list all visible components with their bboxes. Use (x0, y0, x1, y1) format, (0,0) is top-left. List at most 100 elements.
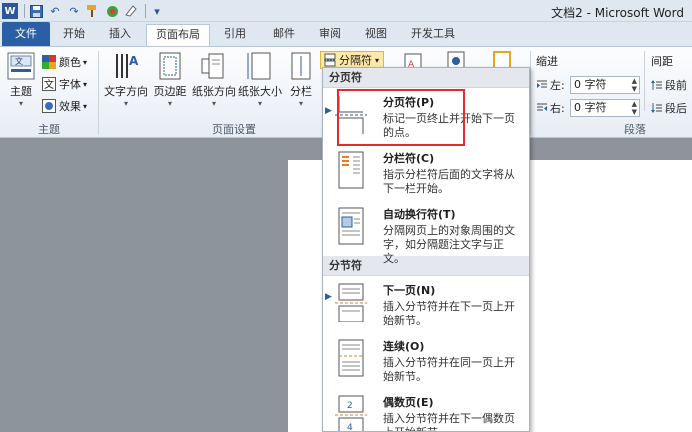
indent-title: 缩进 (536, 55, 558, 68)
tab-references[interactable]: 引用 (214, 24, 256, 46)
svg-text:2: 2 (347, 401, 353, 411)
chevron-down-icon: ▾ (211, 99, 216, 108)
tab-file[interactable]: 文件 (2, 22, 50, 46)
indent-left-icon (537, 80, 547, 88)
menu-item-title: 下一页(N) (383, 284, 436, 297)
margins-label: 页边距 (153, 85, 187, 98)
spacing-title: 间距 (651, 55, 673, 68)
text-wrapping-break-icon (338, 207, 364, 245)
chevron-down-icon: ▾ (83, 101, 88, 111)
redo-icon[interactable]: ↷ (66, 3, 82, 19)
hover-pointer-icon: ▶ (325, 106, 332, 116)
theme-effects-button[interactable]: 效果 ▾ (42, 97, 87, 115)
clear-format-icon[interactable] (123, 3, 139, 19)
menu-item-title: 自动换行符(T) (383, 208, 456, 221)
menu-item-title: 分栏符(C) (383, 152, 435, 165)
bullet-pointer-icon: ▶ (325, 292, 332, 302)
annotation-highlight-box (337, 89, 465, 146)
tab-review[interactable]: 审阅 (308, 24, 352, 46)
customize-toolbar-icon[interactable]: ▾ (149, 3, 165, 19)
columns-button[interactable]: 分栏 ▾ (286, 51, 316, 109)
chevron-down-icon: ▾ (83, 79, 88, 89)
even-page-icon: 24 (335, 395, 367, 432)
theme-fonts-button[interactable]: 文 字体 ▾ (42, 75, 87, 93)
menu-item-title: 连续(O) (383, 340, 425, 353)
continuous-icon (338, 339, 364, 377)
margins-button[interactable]: 页边距 ▾ (150, 51, 190, 109)
theme-colors-button[interactable]: 颜色 ▾ (42, 53, 87, 71)
tab-home[interactable]: 开始 (52, 24, 96, 46)
format-painter-icon[interactable] (85, 3, 101, 19)
spacing-before-label: 段前 (651, 77, 687, 93)
indent-right-input[interactable]: 0 字符 ▲ ▼ (570, 99, 640, 117)
themes-button[interactable]: 文 主题 ▾ (4, 51, 38, 109)
menu-item-description: 插入分节符并在下一页上开始新节。 (383, 300, 515, 327)
theme-effects-label: 效果 (59, 100, 81, 113)
themes-icon: 文 (7, 52, 35, 80)
indent-left-value: 0 字符 (574, 78, 607, 91)
indent-right-value: 0 字符 (574, 101, 607, 114)
save-icon[interactable] (28, 3, 44, 19)
spacing-after-label: 段后 (651, 100, 687, 116)
spacing-before-icon (651, 80, 662, 90)
menu-item-column-break[interactable]: 分栏符(C) 指示分栏符后面的文字将从下一栏开始。 (323, 144, 529, 200)
menu-item-next-page[interactable]: ▶ 下一页(N) 插入分节符并在下一页上开始新节。 (323, 276, 529, 332)
chevron-down-icon: ▾ (298, 99, 303, 108)
menu-item-continuous[interactable]: 连续(O) 插入分节符并在同一页上开始新节。 (323, 332, 529, 388)
orientation-button[interactable]: 纸张方向 ▾ (192, 51, 236, 109)
tab-page-layout[interactable]: 页面布局 (146, 24, 210, 47)
color-icon[interactable] (104, 3, 120, 19)
columns-icon (291, 52, 311, 80)
columns-label: 分栏 (290, 85, 312, 98)
ribbon-tabs: 文件 开始 插入 页面布局 引用 邮件 审阅 视图 开发工具 (0, 22, 692, 47)
menu-item-text-wrapping-break[interactable]: 自动换行符(T) 分隔网页上的对象周围的文字，如分隔题注文字与正文。 (323, 200, 529, 265)
page-size-button[interactable]: 纸张大小 ▾ (238, 51, 282, 109)
theme-colors-label: 颜色 (59, 56, 81, 69)
divider (24, 4, 25, 18)
page-size-label: 纸张大小 (238, 85, 282, 98)
next-page-icon (335, 283, 367, 322)
spacing-after-icon (651, 103, 662, 113)
chevron-down-icon: ▾ (375, 55, 380, 65)
undo-icon[interactable]: ↶ (47, 3, 63, 19)
menu-item-description: 插入分节符并在同一页上开始新节。 (383, 356, 515, 383)
svg-text:文: 文 (15, 56, 23, 66)
svg-text:A: A (129, 54, 139, 68)
indent-right-label: 右: (536, 100, 565, 116)
menu-item-even-page[interactable]: 24 偶数页(E) 插入分节符并在下一偶数页上开始新节。 (323, 388, 529, 432)
quick-access-toolbar: W ↶ ↷ ▾ (2, 2, 168, 20)
text-direction-label: 文字方向 (104, 85, 148, 98)
breaks-icon (324, 53, 336, 67)
chevron-down-icon: ▾ (167, 99, 172, 108)
group-label-themes: 主题 (38, 123, 60, 136)
word-app-icon[interactable]: W (2, 3, 18, 19)
menu-item-description: 分隔网页上的对象周围的文字，如分隔题注文字与正文。 (383, 224, 515, 265)
indent-left-input[interactable]: 0 字符 ▲ ▼ (570, 76, 640, 94)
group-divider (644, 51, 645, 111)
svg-text:4: 4 (347, 423, 353, 432)
chevron-down-icon: ▾ (83, 57, 88, 67)
group-divider (98, 51, 99, 135)
chevron-down-icon: ▾ (257, 99, 262, 108)
window-title: 文档2 - Microsoft Word (551, 6, 684, 20)
spinner-arrows-icon[interactable]: ▲ ▼ (632, 77, 637, 93)
margins-icon (159, 52, 181, 80)
site-watermark-url: zhinan.sogou.com (538, 376, 662, 387)
tab-view[interactable]: 视图 (354, 24, 398, 46)
orientation-label: 纸张方向 (192, 85, 236, 98)
indent-right-icon (537, 103, 547, 111)
text-direction-icon: A (116, 54, 139, 78)
tab-insert[interactable]: 插入 (98, 24, 142, 46)
divider (145, 4, 146, 18)
spinner-arrows-icon[interactable]: ▲ ▼ (632, 100, 637, 116)
site-watermark: 搜狗指南 (559, 345, 680, 378)
tab-mailings[interactable]: 邮件 (262, 24, 306, 46)
menu-item-description: 插入分节符并在下一偶数页上开始新节。 (383, 412, 515, 431)
theme-colors-icon (42, 55, 56, 69)
breaks-label: 分隔符 (339, 54, 372, 67)
menu-item-description: 指示分栏符后面的文字将从下一栏开始。 (383, 168, 515, 195)
themes-label: 主题 (10, 85, 32, 98)
text-direction-button[interactable]: A 文字方向 ▾ (104, 51, 148, 109)
tab-developer[interactable]: 开发工具 (402, 24, 464, 46)
indent-left-label: 左: (536, 77, 565, 93)
